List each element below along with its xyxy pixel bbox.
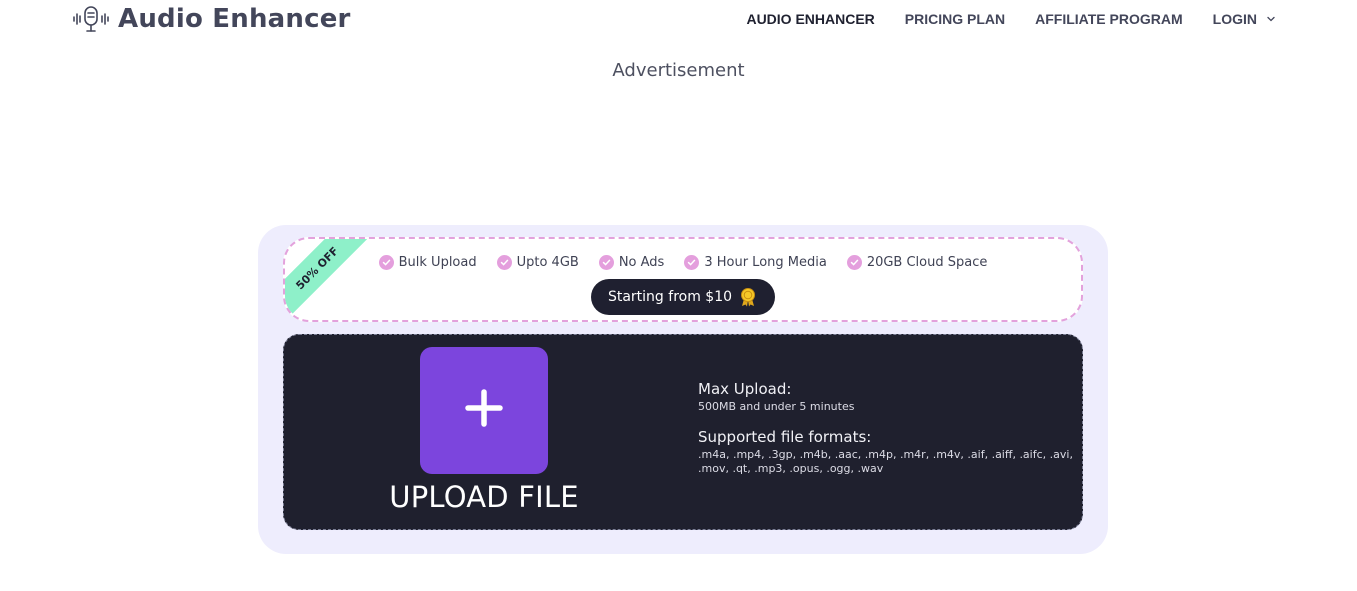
- nav-affiliate-program[interactable]: AFFILIATE PROGRAM: [1035, 11, 1183, 27]
- feature-item: No Ads: [598, 255, 665, 270]
- feature-item: Upto 4GB: [496, 255, 579, 270]
- upload-info: Max Upload: 500MB and under 5 minutes Su…: [698, 380, 1078, 476]
- feature-label: 3 Hour Long Media: [704, 255, 827, 270]
- feature-label: Upto 4GB: [516, 255, 579, 270]
- check-icon: [846, 255, 862, 270]
- check-icon: [598, 255, 614, 270]
- upload-plus-button[interactable]: [420, 347, 548, 474]
- microphone-wave-icon: [72, 4, 110, 34]
- nav-pricing-plan[interactable]: PRICING PLAN: [905, 11, 1005, 27]
- site-header: Audio Enhancer AUDIO ENHANCER PRICING PL…: [0, 0, 1357, 40]
- max-upload-title: Max Upload:: [698, 380, 792, 398]
- feature-list: Bulk Upload Upto 4GB No Ads 3 Hour Long …: [285, 255, 1081, 270]
- formats-title: Supported file formats:: [698, 428, 872, 446]
- feature-item: 3 Hour Long Media: [684, 255, 827, 270]
- feature-item: 20GB Cloud Space: [846, 255, 988, 270]
- logo-text: Audio Enhancer: [118, 4, 351, 34]
- upload-file-label: UPLOAD FILE: [389, 480, 579, 514]
- advertisement-label: Advertisement: [612, 60, 745, 81]
- formats-text: .m4a, .mp4, .3gp, .m4b, .aac, .m4p, .m4r…: [698, 448, 1073, 475]
- check-icon: [496, 255, 512, 270]
- starting-price-button[interactable]: Starting from $10: [591, 279, 775, 315]
- check-icon: [378, 255, 394, 270]
- nav-audio-enhancer[interactable]: AUDIO ENHANCER: [746, 11, 874, 27]
- check-icon: [684, 255, 700, 270]
- logo[interactable]: Audio Enhancer: [72, 4, 351, 34]
- feature-item: Bulk Upload: [378, 255, 477, 270]
- feature-label: 20GB Cloud Space: [866, 255, 988, 270]
- discount-ribbon: 50% OFF: [285, 239, 378, 320]
- feature-label: No Ads: [618, 255, 665, 270]
- chevron-down-icon: [1265, 13, 1277, 25]
- max-upload-text: 500MB and under 5 minutes: [698, 400, 855, 413]
- upload-dropzone[interactable]: UPLOAD FILE Max Upload: 500MB and under …: [283, 334, 1083, 530]
- nav-login[interactable]: LOGIN: [1213, 11, 1277, 27]
- medal-icon: [738, 287, 758, 307]
- feature-label: Bulk Upload: [398, 255, 477, 270]
- upload-card: 50% OFF Bulk Upload Upto 4GB No Ads 3 Ho…: [258, 225, 1108, 554]
- premium-promo-banner[interactable]: 50% OFF Bulk Upload Upto 4GB No Ads 3 Ho…: [283, 237, 1083, 322]
- starting-price-label: Starting from $10: [607, 289, 733, 305]
- main-nav: AUDIO ENHANCER PRICING PLAN AFFILIATE PR…: [746, 11, 1277, 27]
- nav-login-label: LOGIN: [1212, 11, 1257, 27]
- plus-icon: [464, 388, 504, 433]
